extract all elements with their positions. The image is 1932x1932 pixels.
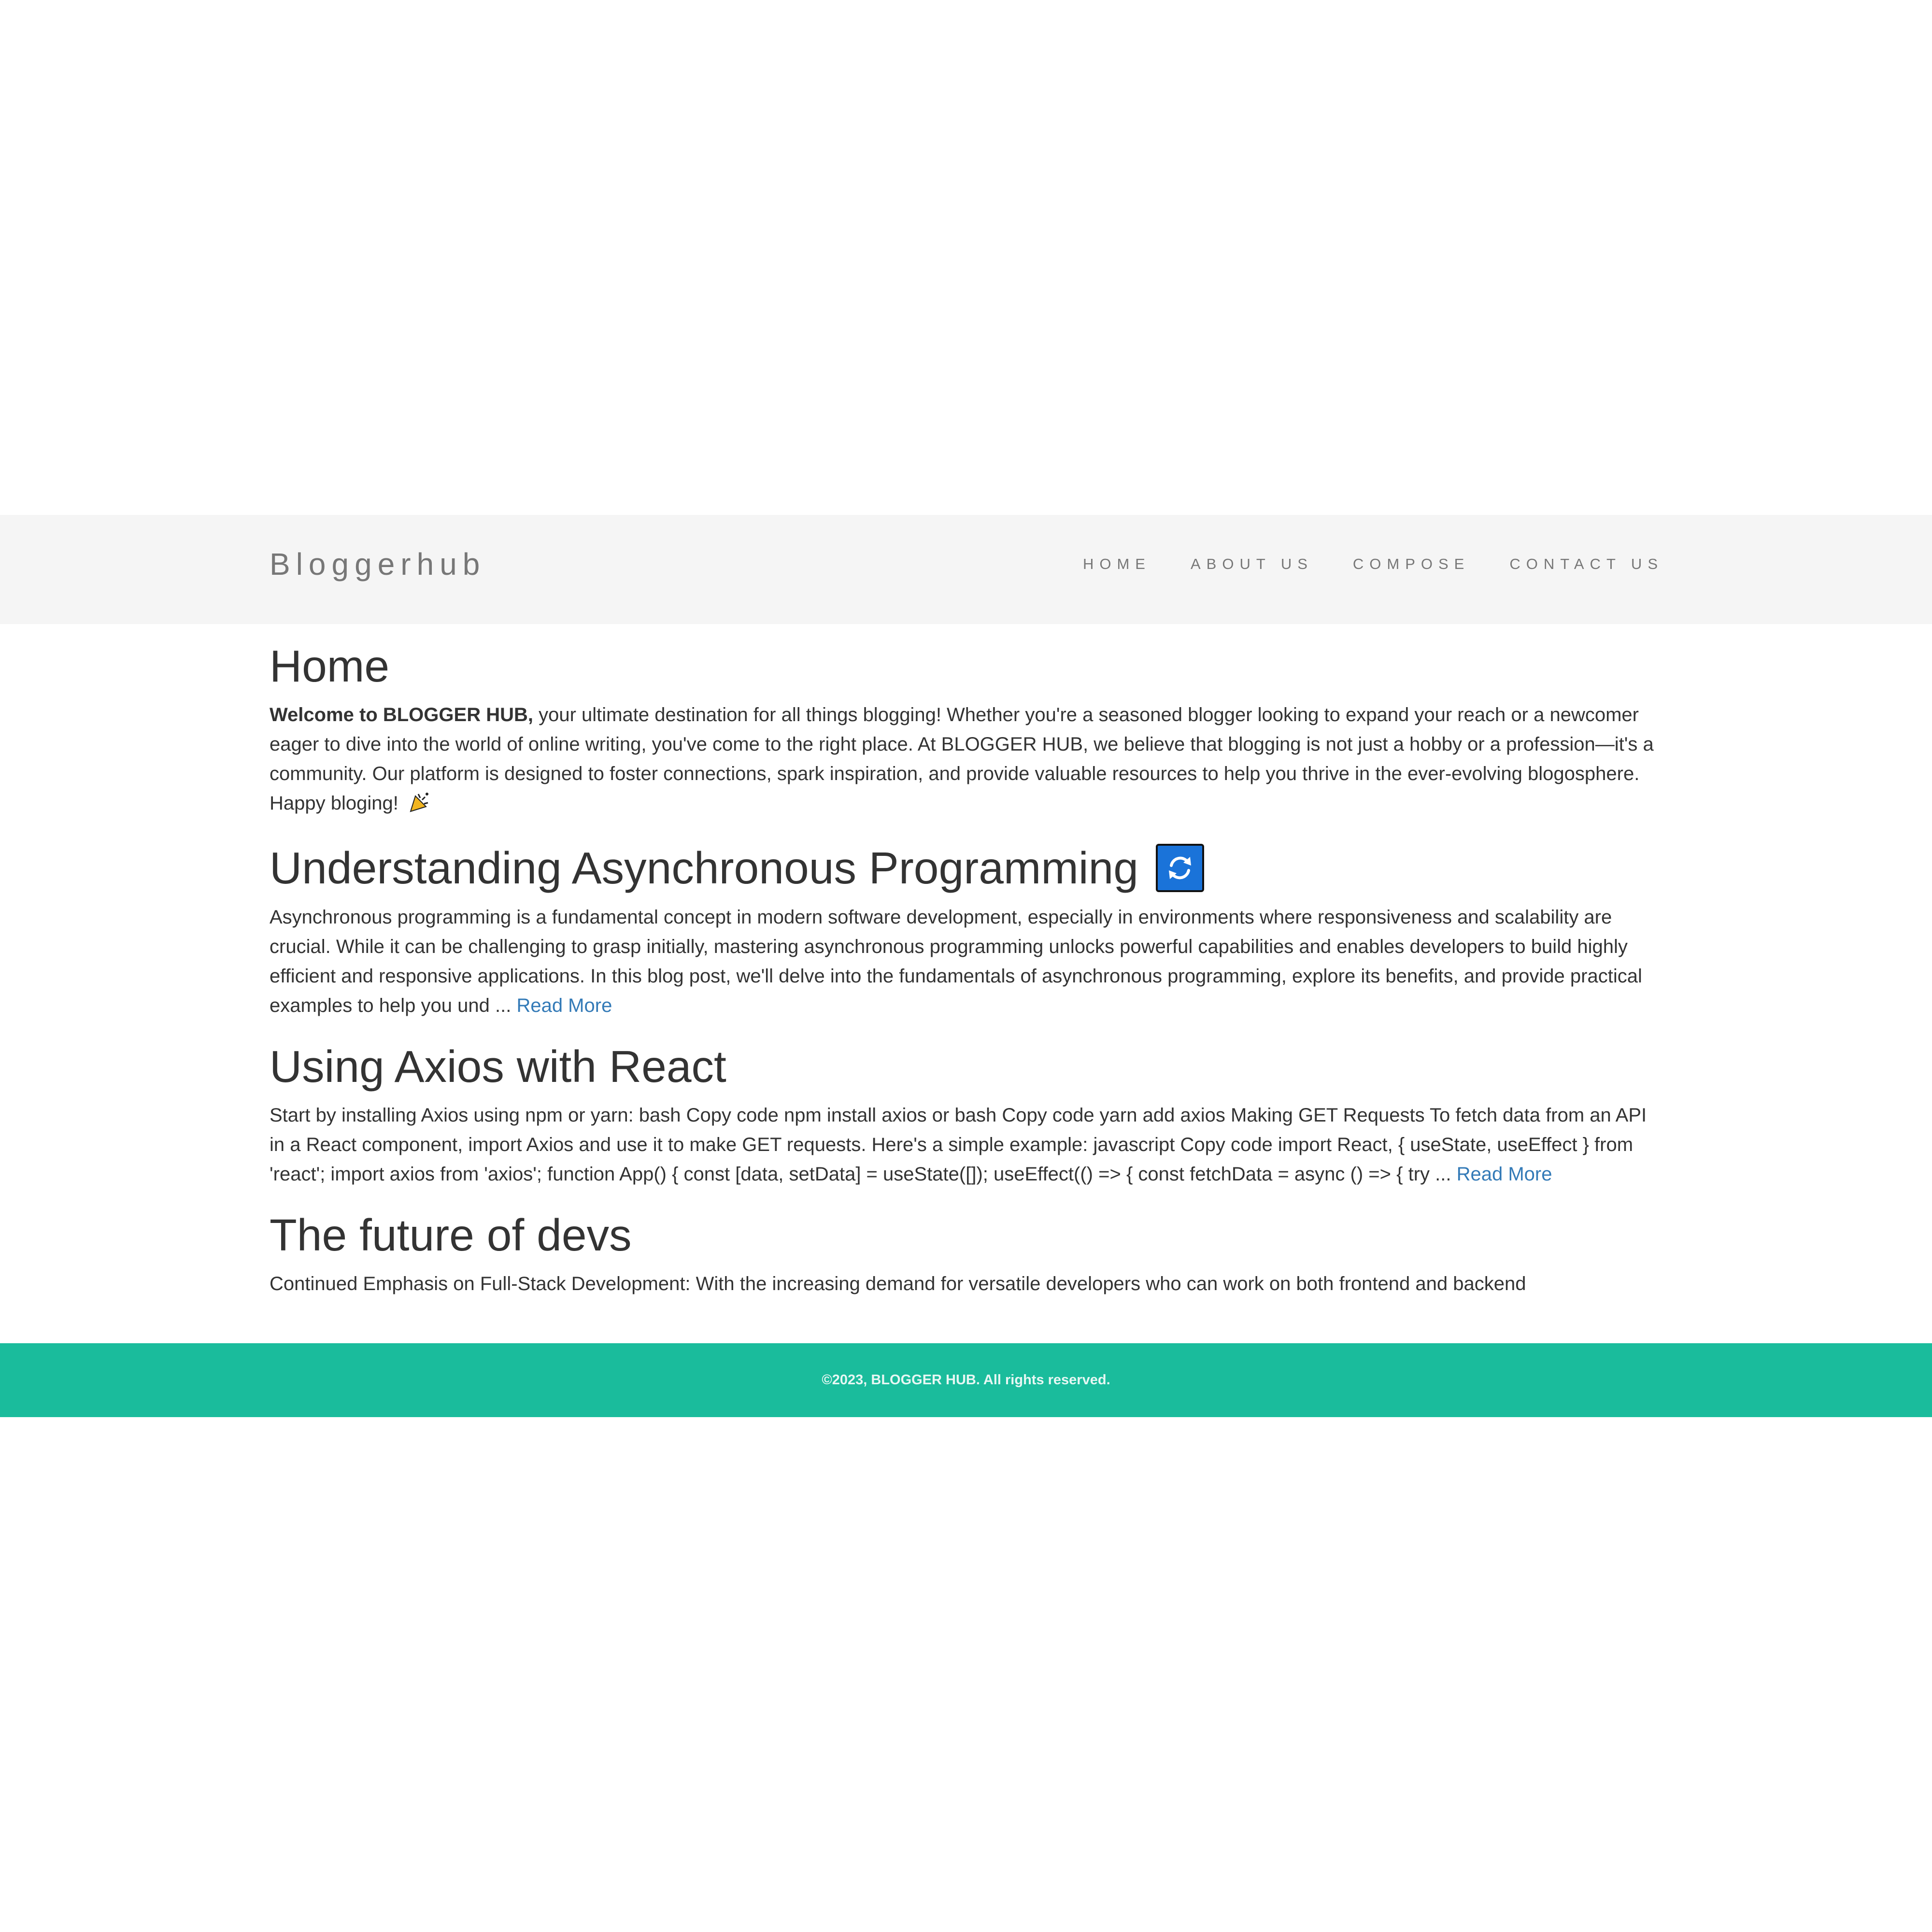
post-card: The future of devs Continued Emphasis on…: [270, 1210, 1662, 1299]
page-title: Home: [270, 641, 1662, 691]
main-content: Home Welcome to BLOGGER HUB, your ultima…: [270, 641, 1662, 1376]
nav-item-compose[interactable]: COMPOSE: [1353, 555, 1470, 573]
intro-bold: Welcome to BLOGGER HUB,: [270, 704, 533, 726]
read-more-link[interactable]: Read More: [516, 995, 612, 1016]
footer-copyright: ©2023, BLOGGER HUB. All rights reserved.: [822, 1372, 1110, 1388]
navbar: Bloggerhub HOME ABOUT US COMPOSE CONTACT…: [0, 515, 1932, 624]
brand-logo[interactable]: Bloggerhub: [270, 546, 485, 583]
page-title-text: Home: [270, 641, 390, 691]
post-excerpt-text: Start by installing Axios using npm or y…: [270, 1104, 1647, 1185]
post-title-text: Using Axios with React: [270, 1041, 726, 1092]
post-card: Using Axios with React Start by installi…: [270, 1041, 1662, 1189]
nav-item-home[interactable]: HOME: [1083, 555, 1151, 573]
post-excerpt: Continued Emphasis on Full-Stack Develop…: [270, 1269, 1662, 1299]
nav-menu: HOME ABOUT US COMPOSE CONTACT US: [1083, 555, 1663, 573]
party-popper-icon: [409, 791, 431, 822]
post-excerpt: Start by installing Axios using npm or y…: [270, 1101, 1662, 1189]
nav-item-contact-us[interactable]: CONTACT US: [1509, 555, 1663, 573]
post-excerpt-text: Continued Emphasis on Full-Stack Develop…: [270, 1273, 1526, 1295]
page: Bloggerhub HOME ABOUT US COMPOSE CONTACT…: [0, 515, 1932, 1417]
footer: ©2023, BLOGGER HUB. All rights reserved.: [0, 1343, 1932, 1417]
nav-item-about-us[interactable]: ABOUT US: [1191, 555, 1313, 573]
post-excerpt: Asynchronous programming is a fundamenta…: [270, 903, 1662, 1021]
read-more-link[interactable]: Read More: [1457, 1164, 1552, 1185]
post-excerpt-text: Asynchronous programming is a fundamenta…: [270, 906, 1642, 1016]
post-title[interactable]: The future of devs: [270, 1210, 1662, 1260]
sync-icon: [1155, 844, 1204, 893]
post-title[interactable]: Using Axios with React: [270, 1041, 1662, 1092]
post-title-text: Understanding Asynchronous Programming: [270, 843, 1138, 894]
post-card: Understanding Asynchronous Programming A…: [270, 843, 1662, 1020]
intro-paragraph: Welcome to BLOGGER HUB, your ultimate de…: [270, 700, 1662, 822]
post-title[interactable]: Understanding Asynchronous Programming: [270, 843, 1662, 893]
post-title-text: The future of devs: [270, 1209, 632, 1260]
